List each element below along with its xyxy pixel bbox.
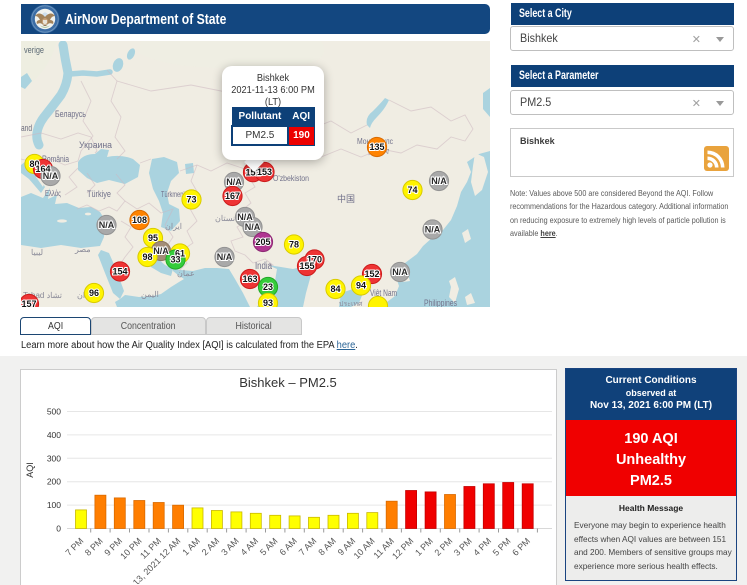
svg-text:6 PM: 6 PM xyxy=(510,536,532,558)
svg-text:2 AM: 2 AM xyxy=(200,536,222,558)
svg-text:10 AM: 10 AM xyxy=(352,536,377,561)
svg-text:98: 98 xyxy=(142,252,152,262)
svg-text:and: and xyxy=(21,123,32,133)
svg-text:Philippines: Philippines xyxy=(424,298,457,307)
svg-text:N/A: N/A xyxy=(245,222,261,232)
svg-text:Ελλάς: Ελλάς xyxy=(45,189,61,198)
svg-text:300: 300 xyxy=(47,453,61,463)
svg-text:84: 84 xyxy=(330,284,340,294)
svg-text:163: 163 xyxy=(242,274,257,284)
svg-text:8 AM: 8 AM xyxy=(316,536,338,558)
svg-text:ایران: ایران xyxy=(165,222,182,231)
svg-text:94: 94 xyxy=(356,281,366,291)
svg-text:74: 74 xyxy=(407,185,417,195)
svg-text:8 PM: 8 PM xyxy=(83,536,105,558)
svg-text:ليبيا: ليبيا xyxy=(31,248,43,257)
svg-text:167: 167 xyxy=(225,191,240,201)
svg-text:4 PM: 4 PM xyxy=(471,536,493,558)
svg-text:108: 108 xyxy=(132,215,147,225)
svg-text:N/A: N/A xyxy=(237,212,253,222)
svg-text:73: 73 xyxy=(186,195,196,205)
svg-text:100: 100 xyxy=(47,500,61,510)
svg-text:4 AM: 4 AM xyxy=(239,536,261,558)
svg-text:ประเทศ: ประเทศ xyxy=(339,301,363,307)
svg-text:6 AM: 6 AM xyxy=(277,536,299,558)
svg-text:Украина: Украина xyxy=(79,140,112,150)
svg-text:0: 0 xyxy=(56,524,61,534)
svg-text:中国: 中国 xyxy=(337,193,355,204)
svg-text:Việt Nam: Việt Nam xyxy=(370,288,397,298)
svg-text:N/A: N/A xyxy=(431,176,447,186)
svg-text:N/A: N/A xyxy=(392,267,408,277)
svg-text:10 PM: 10 PM xyxy=(118,536,143,561)
svg-text:152: 152 xyxy=(364,269,379,279)
svg-text:1 PM: 1 PM xyxy=(413,536,435,558)
svg-text:93: 93 xyxy=(263,298,273,307)
svg-text:5 AM: 5 AM xyxy=(258,536,280,558)
svg-text:N/A: N/A xyxy=(99,220,115,230)
svg-text:96: 96 xyxy=(89,288,99,298)
svg-text:مصر: مصر xyxy=(74,245,91,254)
svg-text:3 PM: 3 PM xyxy=(452,536,474,558)
svg-text:O'zbekiston: O'zbekiston xyxy=(273,174,309,183)
svg-text:Беларусь: Беларусь xyxy=(55,109,86,119)
svg-text:7 PM: 7 PM xyxy=(63,536,85,558)
svg-text:AQI: AQI xyxy=(25,462,35,478)
svg-text:Bishkek – PM2.5: Bishkek – PM2.5 xyxy=(239,375,337,390)
svg-text:153: 153 xyxy=(257,167,272,177)
svg-text:200: 200 xyxy=(47,477,61,487)
svg-text:2 PM: 2 PM xyxy=(432,536,454,558)
svg-text:N/A: N/A xyxy=(43,171,59,181)
svg-text:154: 154 xyxy=(112,267,127,277)
svg-text:N/A: N/A xyxy=(217,252,233,262)
svg-text:23: 23 xyxy=(263,282,273,292)
svg-text:205: 205 xyxy=(255,237,270,247)
svg-text:78: 78 xyxy=(289,240,299,250)
svg-text:7 AM: 7 AM xyxy=(297,536,319,558)
svg-text:155: 155 xyxy=(299,261,314,271)
svg-text:500: 500 xyxy=(47,407,61,417)
svg-text:N/A: N/A xyxy=(153,246,169,256)
svg-text:اليمن: اليمن xyxy=(141,290,159,299)
svg-text:157: 157 xyxy=(21,299,36,307)
svg-text:33: 33 xyxy=(170,255,180,265)
svg-text:Türkiye: Türkiye xyxy=(87,189,111,199)
svg-text:1 AM: 1 AM xyxy=(180,536,202,558)
svg-text:5 PM: 5 PM xyxy=(491,536,513,558)
svg-text:verige: verige xyxy=(24,45,44,55)
svg-text:N/A: N/A xyxy=(425,225,441,235)
svg-text:India: India xyxy=(255,261,272,272)
svg-text:12 PM: 12 PM xyxy=(390,536,415,561)
svg-text:400: 400 xyxy=(47,430,61,440)
svg-text:95: 95 xyxy=(148,233,158,243)
svg-text:N/A: N/A xyxy=(226,177,242,187)
svg-text:عمان: عمان xyxy=(177,269,195,278)
svg-text:135: 135 xyxy=(369,142,384,152)
svg-text:3 AM: 3 AM xyxy=(219,536,241,558)
